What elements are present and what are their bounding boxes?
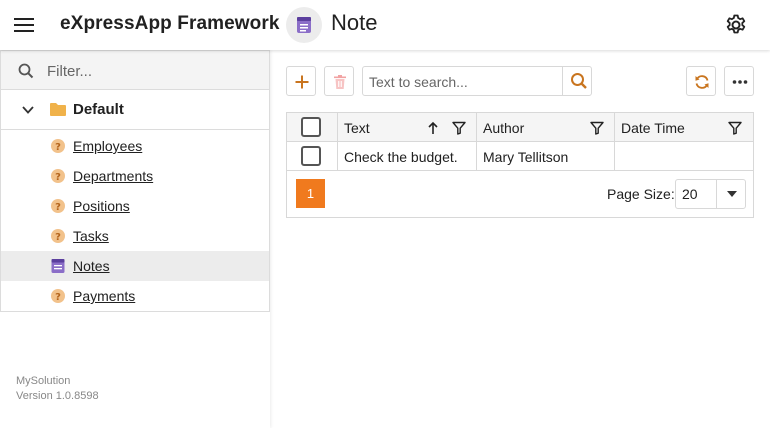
more-dots-icon xyxy=(732,80,748,84)
cell-author: Mary Tellitson xyxy=(477,142,615,171)
cell-text: Check the budget. xyxy=(338,142,477,171)
search-box xyxy=(362,66,592,96)
app-header: eXpressApp Framework Note xyxy=(0,0,770,50)
search-button[interactable] xyxy=(562,66,593,96)
svg-text:?: ? xyxy=(55,232,61,243)
chevron-down-icon[interactable] xyxy=(21,103,35,117)
hamburger-menu-icon[interactable] xyxy=(14,15,36,35)
nav-item-departments[interactable]: ? Departments xyxy=(1,161,269,191)
filter-icon[interactable] xyxy=(728,121,742,135)
view-title: Note xyxy=(331,10,378,35)
page-button-current[interactable]: 1 xyxy=(296,179,325,208)
refresh-icon xyxy=(695,75,709,89)
svg-text:?: ? xyxy=(55,292,61,303)
grid-header: Text Author Date Time xyxy=(287,113,753,142)
business-object-icon: ? xyxy=(51,289,65,303)
svg-text:?: ? xyxy=(55,172,61,183)
nav-item-label: Tasks xyxy=(73,228,109,244)
business-object-icon: ? xyxy=(51,139,65,153)
sort-ascending-icon[interactable] xyxy=(427,121,439,135)
plus-icon xyxy=(295,75,309,89)
search-icon xyxy=(571,73,587,89)
column-header-label: Author xyxy=(483,120,525,136)
page-size-value: 20 xyxy=(682,186,698,202)
delete-button[interactable] xyxy=(324,66,354,96)
column-header-text[interactable]: Text xyxy=(338,113,477,142)
select-all-checkbox[interactable] xyxy=(301,117,321,137)
cell-value: Mary Tellitson xyxy=(483,149,569,165)
page-size-label: Page Size: xyxy=(607,186,675,202)
gear-icon[interactable] xyxy=(724,13,748,37)
nav-item-label: Notes xyxy=(73,258,110,274)
cell-value: Check the budget. xyxy=(344,149,458,165)
trash-icon xyxy=(334,75,346,89)
note-view-icon xyxy=(286,7,322,43)
search-input[interactable] xyxy=(369,72,559,92)
column-header-label: Date Time xyxy=(621,120,685,136)
page-size-dropdown-button[interactable] xyxy=(716,180,746,208)
column-header-author[interactable]: Author xyxy=(477,113,615,142)
business-object-icon: ? xyxy=(51,169,65,183)
row-checkbox[interactable] xyxy=(301,146,321,166)
caret-down-icon xyxy=(727,191,737,197)
navigation-filter xyxy=(0,50,270,90)
navigation-sidebar: Default ? Employees ? Departments ? Posi… xyxy=(0,50,270,428)
folder-icon xyxy=(50,103,66,116)
page-size-select[interactable]: 20 xyxy=(675,179,746,209)
column-header-label: Text xyxy=(344,120,370,136)
nav-item-notes[interactable]: Notes xyxy=(1,251,269,281)
nav-item-positions[interactable]: ? Positions xyxy=(1,191,269,221)
new-button[interactable] xyxy=(286,66,316,96)
business-object-icon: ? xyxy=(51,199,65,213)
nav-item-payments[interactable]: ? Payments xyxy=(1,281,269,311)
row-select-cell xyxy=(287,142,338,171)
refresh-button[interactable] xyxy=(686,66,716,96)
filter-icon[interactable] xyxy=(590,121,604,135)
nav-item-tasks[interactable]: ? Tasks xyxy=(1,221,269,251)
app-version: Version 1.0.8598 xyxy=(16,390,99,402)
app-name: MySolution xyxy=(16,375,71,387)
nav-item-label: Payments xyxy=(73,288,136,304)
nav-group-label: Default xyxy=(73,101,124,118)
select-all-cell xyxy=(287,113,338,142)
table-row[interactable]: Check the budget. Mary Tellitson xyxy=(287,142,753,171)
search-icon xyxy=(18,63,34,79)
filter-icon[interactable] xyxy=(452,121,466,135)
svg-text:?: ? xyxy=(55,202,61,213)
cell-date-time xyxy=(615,142,753,171)
notes-grid: Text Author Date Time Check the budget. … xyxy=(286,112,754,218)
business-object-icon: ? xyxy=(51,229,65,243)
nav-item-employees[interactable]: ? Employees xyxy=(1,131,269,161)
svg-text:?: ? xyxy=(55,142,61,153)
app-title: eXpressApp Framework xyxy=(60,13,280,34)
app-version-info: MySolution Version 1.0.8598 xyxy=(16,374,99,404)
nav-item-label: Departments xyxy=(73,168,154,184)
column-header-date-time[interactable]: Date Time xyxy=(615,113,753,142)
grid-pager: 1 Page Size: 20 xyxy=(287,171,753,217)
more-actions-button[interactable] xyxy=(724,66,754,96)
nav-group-default[interactable]: Default xyxy=(1,90,269,130)
navigation-filter-input[interactable] xyxy=(47,60,257,82)
nav-item-label: Positions xyxy=(73,198,130,214)
nav-item-label: Employees xyxy=(73,138,143,154)
navigation-tree: Default ? Employees ? Departments ? Posi… xyxy=(0,90,270,312)
note-icon xyxy=(51,259,65,273)
